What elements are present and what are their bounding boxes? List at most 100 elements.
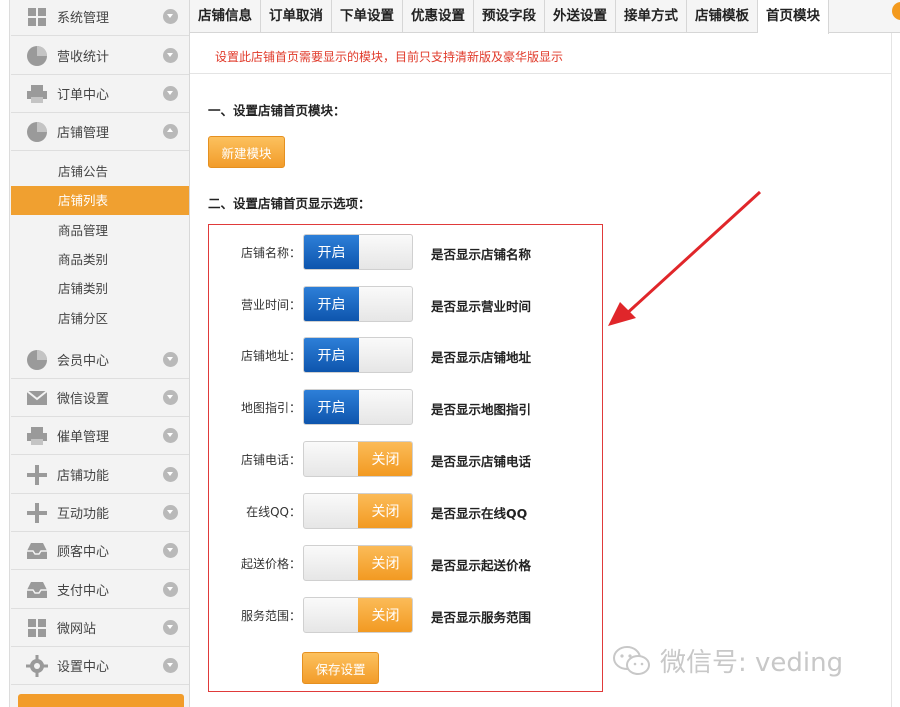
sidebar-item-label: 店铺管理 [57, 126, 110, 141]
chevron-up-icon[interactable] [163, 124, 178, 139]
grid-icon [25, 616, 49, 640]
toggle-switch[interactable]: 关闭 [303, 493, 413, 529]
plus-icon [25, 501, 49, 525]
sidebar-subitem[interactable]: 店铺公告 [11, 157, 189, 186]
option-label: 地图指引： [240, 401, 301, 415]
notice-text: 设置此店铺首页需要显示的模块，目前只支持清新版及豪华版显示 [215, 50, 564, 64]
toggle-switch[interactable]: 关闭 [303, 441, 413, 477]
sidebar-item-label: 系统管理 [57, 11, 110, 26]
wechat-icon [613, 645, 650, 675]
chevron-down-icon[interactable] [163, 582, 178, 597]
toggle-switch[interactable]: 开启 [303, 234, 413, 270]
toggle-off-segment[interactable]: 关闭 [358, 598, 412, 632]
option-description: 是否显示地图指引 [431, 402, 532, 417]
new-module-button[interactable]: 新建模块 [208, 136, 285, 168]
sidebar-item-label: 营收统计 [57, 50, 110, 65]
chevron-down-icon[interactable] [163, 390, 178, 405]
sidebar-item-label: 微网站 [57, 622, 97, 637]
chevron-down-icon[interactable] [163, 48, 178, 63]
option-description: 是否显示服务范围 [431, 610, 532, 625]
save-settings-button[interactable]: 保存设置 [302, 652, 379, 684]
sidebar-item[interactable]: 支付中心 [11, 571, 189, 609]
toggle-switch[interactable]: 开启 [303, 337, 413, 373]
tab[interactable]: 店铺信息 [190, 0, 261, 33]
toggle-off-segment[interactable]: 关闭 [358, 494, 412, 528]
divider [190, 73, 892, 74]
chevron-down-icon[interactable] [163, 467, 178, 482]
toggle-on-segment[interactable]: 开启 [304, 338, 359, 372]
option-label: 店铺地址： [240, 349, 301, 363]
sidebar-bottom-button[interactable] [18, 694, 184, 707]
option-row: 营业时间： 开启 是否显示营业时间 [209, 286, 604, 322]
sidebar-item[interactable]: 系统管理 [11, 0, 189, 36]
option-description: 是否显示店铺电话 [431, 454, 532, 469]
chevron-down-icon[interactable] [163, 658, 178, 673]
sidebar-item[interactable]: 互动功能 [11, 494, 189, 532]
sidebar-subitem[interactable]: 商品类别 [11, 245, 189, 274]
sidebar-subitem[interactable]: 店铺类别 [11, 274, 189, 303]
toggle-on-segment[interactable]: 开启 [304, 390, 359, 424]
tab[interactable]: 订单取消 [261, 0, 332, 33]
sidebar-item[interactable]: 订单中心 [11, 75, 189, 113]
option-row: 地图指引： 开启 是否显示地图指引 [209, 389, 604, 425]
grid-icon [25, 5, 49, 29]
watermark: 微信号: veding [612, 642, 843, 679]
tab[interactable]: 下单设置 [332, 0, 403, 33]
sidebar-item[interactable]: 会员中心 [11, 341, 189, 379]
inbox-icon [25, 539, 49, 563]
plus-icon [25, 463, 49, 487]
inbox-icon [25, 578, 49, 602]
sidebar-item[interactable]: 微网站 [11, 609, 189, 647]
sidebar-subitem[interactable]: 店铺分区 [11, 304, 189, 333]
option-description: 是否显示店铺名称 [431, 247, 532, 262]
option-description: 是否显示在线QQ [431, 506, 528, 521]
chevron-down-icon[interactable] [163, 505, 178, 520]
sidebar-item-label: 顾客中心 [57, 545, 110, 560]
sidebar-item[interactable]: 店铺功能 [11, 456, 189, 494]
option-row: 店铺电话： 关闭 是否显示店铺电话 [209, 441, 604, 477]
option-row: 店铺地址： 开启 是否显示店铺地址 [209, 337, 604, 373]
tab[interactable]: 外送设置 [545, 0, 616, 33]
chevron-down-icon[interactable] [163, 543, 178, 558]
tab-bar: 店铺信息 订单取消 下单设置 优惠设置 预设字段 外送设置 接单方式 店铺模板 首页模块 [190, 0, 900, 34]
gear-icon [25, 654, 49, 678]
envelope-icon [25, 386, 49, 410]
sidebar-subitem[interactable]: 店铺列表 [11, 186, 189, 215]
printer-icon [25, 82, 49, 106]
option-label: 店铺电话： [240, 453, 301, 467]
sidebar-item-label: 微信设置 [57, 392, 110, 407]
watermark-text: 微信号: veding [660, 648, 844, 678]
tab[interactable]: 首页模块 [758, 0, 829, 34]
pie-chart-icon [25, 120, 49, 144]
chevron-down-icon[interactable] [163, 428, 178, 443]
toggle-off-segment[interactable]: 关闭 [358, 442, 412, 476]
section-title-modules: 一、设置店铺首页模块： [208, 103, 346, 118]
sidebar-item[interactable]: 顾客中心 [11, 532, 189, 570]
toggle-switch[interactable]: 关闭 [303, 545, 413, 581]
toggle-switch[interactable]: 关闭 [303, 597, 413, 633]
sidebar-item[interactable]: 营收统计 [11, 37, 189, 75]
chevron-down-icon[interactable] [163, 352, 178, 367]
sidebar-item[interactable]: 设置中心 [11, 647, 189, 685]
chevron-down-icon[interactable] [163, 620, 178, 635]
sidebar-item[interactable]: 催单管理 [11, 417, 189, 455]
sidebar-item[interactable]: 微信设置 [11, 379, 189, 417]
sidebar: 系统管理营收统计订单中心店铺管理会员中心微信设置催单管理 店铺功能互动功能顾客中心… [0, 0, 190, 707]
toggle-on-segment[interactable]: 开启 [304, 235, 359, 269]
option-row: 服务范围： 关闭 是否显示服务范围 [209, 597, 604, 633]
sidebar-item-label: 互动功能 [57, 507, 110, 522]
toggle-switch[interactable]: 开启 [303, 389, 413, 425]
toggle-on-segment[interactable]: 开启 [304, 287, 359, 321]
tab[interactable]: 接单方式 [616, 0, 687, 33]
divider-vertical [891, 33, 892, 707]
tab[interactable]: 优惠设置 [403, 0, 474, 33]
sidebar-subitem[interactable]: 商品管理 [11, 216, 189, 245]
tab[interactable]: 预设字段 [474, 0, 545, 33]
chevron-down-icon[interactable] [163, 86, 178, 101]
toggle-switch[interactable]: 开启 [303, 286, 413, 322]
chevron-down-icon[interactable] [163, 9, 178, 24]
sidebar-item[interactable]: 店铺管理 [11, 113, 189, 151]
option-label: 营业时间： [240, 298, 301, 312]
tab[interactable]: 店铺模板 [687, 0, 758, 33]
toggle-off-segment[interactable]: 关闭 [358, 546, 412, 580]
